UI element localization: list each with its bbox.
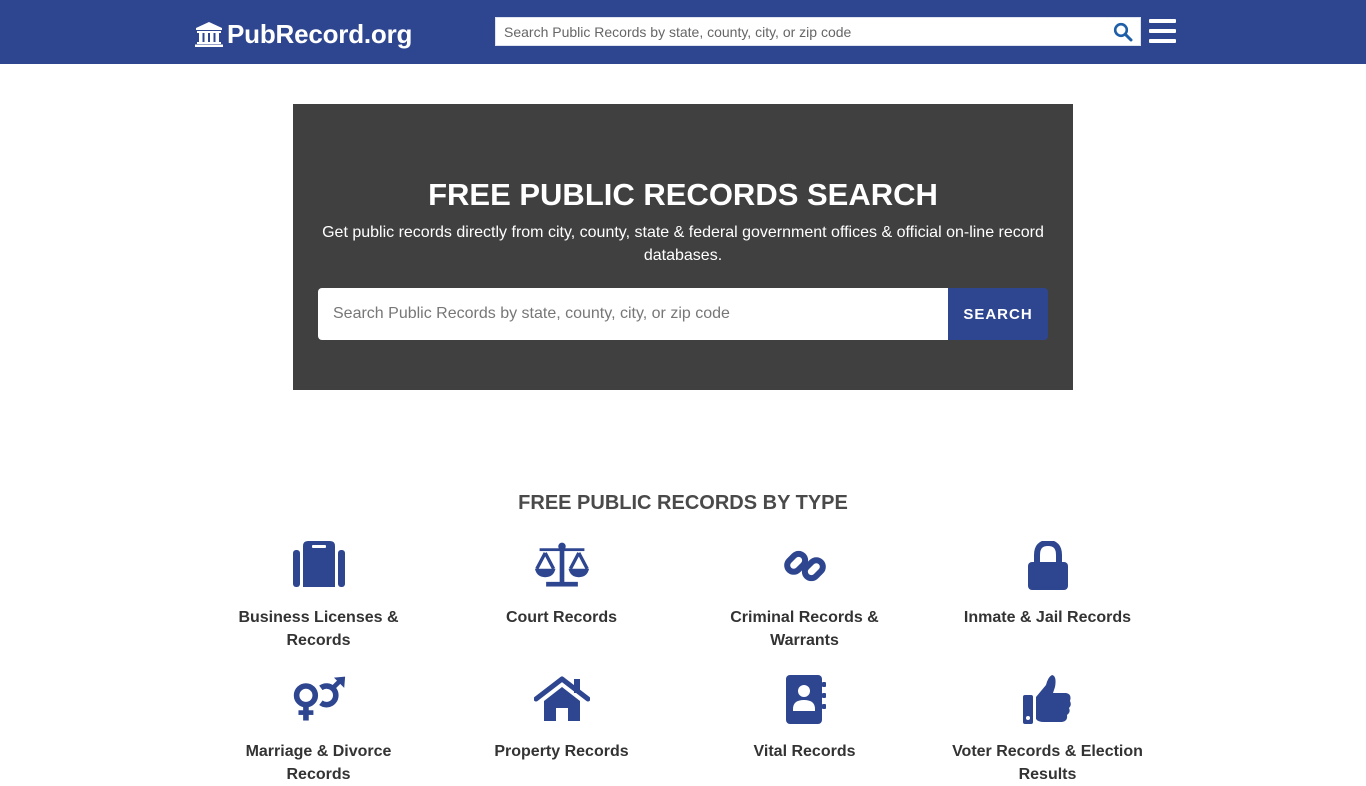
- home-icon: [533, 676, 590, 721]
- record-type-court[interactable]: Court Records: [440, 540, 683, 652]
- record-type-label: Business Licenses & Records: [238, 609, 399, 649]
- venus-mars-icon: [293, 676, 345, 721]
- hero-search-form: SEARCH: [318, 288, 1048, 340]
- record-type-criminal[interactable]: Criminal Records & Warrants: [683, 540, 926, 652]
- record-type-label: Inmate & Jail Records: [963, 609, 1132, 626]
- record-type-label: Criminal Records & Warrants: [730, 609, 879, 649]
- site-logo[interactable]: PubRecord.org: [195, 17, 412, 51]
- top-navbar: PubRecord.org: [0, 0, 1366, 64]
- record-type-label: Voter Records & Election Results: [952, 743, 1143, 783]
- record-type-business[interactable]: Business Licenses & Records: [197, 540, 440, 652]
- record-type-label: Court Records: [505, 609, 618, 626]
- lock-icon: [1027, 541, 1068, 590]
- search-icon: [1113, 22, 1133, 41]
- suitcase-icon: [292, 541, 345, 587]
- record-type-label: Vital Records: [753, 743, 856, 760]
- header-search-input[interactable]: [496, 18, 1106, 45]
- record-type-label: Marriage & Divorce Records: [245, 743, 392, 783]
- section-title: FREE PUBLIC RECORDS BY TYPE: [518, 492, 848, 514]
- address-book-icon: [785, 675, 826, 724]
- hero-subtitle: Get public records directly from city, c…: [322, 224, 1044, 264]
- thumbs-up-icon: [1022, 675, 1071, 724]
- hamburger-menu-button[interactable]: [1149, 19, 1176, 43]
- record-type-vital[interactable]: Vital Records: [683, 674, 926, 786]
- record-types-grid: Business Licenses & Records Court Record…: [197, 540, 1169, 786]
- logo-text: PubRecord.org: [227, 18, 413, 49]
- hero-search-button[interactable]: SEARCH: [948, 288, 1048, 340]
- record-type-label: Property Records: [494, 743, 629, 760]
- header-search-button[interactable]: [1106, 18, 1140, 45]
- hero-search-input[interactable]: [318, 288, 948, 340]
- menu-bar-icon: [1149, 39, 1176, 43]
- hero-section: FREE PUBLIC RECORDS SEARCH Get public re…: [293, 104, 1073, 390]
- record-type-inmate[interactable]: Inmate & Jail Records: [926, 540, 1169, 652]
- header-search-bar: [495, 17, 1141, 46]
- record-type-voter[interactable]: Voter Records & Election Results: [926, 674, 1169, 786]
- link-icon: [783, 550, 826, 582]
- menu-bar-icon: [1149, 29, 1176, 33]
- hero-title: FREE PUBLIC RECORDS SEARCH: [428, 177, 938, 212]
- landmark-icon: [195, 22, 223, 47]
- balance-scale-icon: [534, 542, 589, 587]
- record-type-marriage[interactable]: Marriage & Divorce Records: [197, 674, 440, 786]
- record-type-property[interactable]: Property Records: [440, 674, 683, 786]
- menu-bar-icon: [1149, 19, 1176, 23]
